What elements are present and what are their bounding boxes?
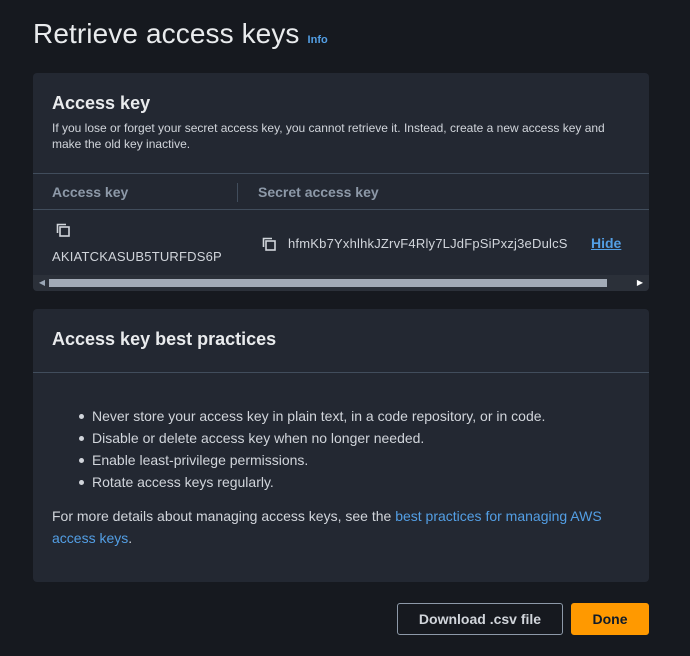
access-key-panel-title: Access key bbox=[52, 93, 151, 113]
access-key-panel-description: If you lose or forget your secret access… bbox=[52, 121, 605, 151]
retrieve-access-keys-page: Retrieve access keys Info Access key If … bbox=[0, 0, 690, 656]
list-item: Disable or delete access key when no lon… bbox=[78, 427, 545, 449]
done-button[interactable]: Done bbox=[571, 603, 649, 635]
copy-icon[interactable] bbox=[261, 236, 277, 252]
footer-text: For more details about managing access k… bbox=[52, 508, 396, 524]
best-practices-header: Access key best practices bbox=[33, 309, 649, 373]
page-title: Retrieve access keys bbox=[33, 18, 300, 49]
column-divider bbox=[237, 183, 238, 202]
copy-icon[interactable] bbox=[55, 222, 71, 238]
hide-secret-link[interactable]: Hide bbox=[591, 235, 621, 251]
access-key-table: Access key Secret access key AKIATCKASUB… bbox=[33, 173, 649, 276]
secret-access-key-value: hfmKb7YxhlhkJZrvF4Rly7LJdFpSiPxzj3eDulcS bbox=[288, 236, 568, 251]
list-item: Never store your access key in plain tex… bbox=[78, 405, 545, 427]
access-key-panel-header: Access key If you lose or forget your se… bbox=[33, 73, 649, 152]
table-header: Access key Secret access key bbox=[33, 173, 649, 210]
horizontal-scrollbar[interactable]: ◀ ▶ bbox=[33, 275, 649, 291]
arrow-right-icon[interactable]: ▶ bbox=[633, 275, 647, 291]
column-header-secret-access-key: Secret access key bbox=[258, 184, 379, 200]
footer-suffix: . bbox=[128, 530, 133, 546]
info-link[interactable]: Info bbox=[308, 34, 328, 46]
best-practices-list: Never store your access key in plain tex… bbox=[78, 405, 545, 493]
best-practices-panel: Access key best practices Never store yo… bbox=[33, 309, 649, 582]
best-practices-title: Access key best practices bbox=[52, 329, 277, 349]
best-practices-footer: For more details about managing access k… bbox=[52, 505, 632, 549]
column-header-access-key: Access key bbox=[52, 184, 129, 200]
page-header: Retrieve access keys Info bbox=[33, 18, 328, 50]
list-item: Rotate access keys regularly. bbox=[78, 471, 545, 493]
download-csv-button[interactable]: Download .csv file bbox=[397, 603, 563, 635]
scrollbar-thumb[interactable] bbox=[49, 279, 607, 287]
access-key-panel: Access key If you lose or forget your se… bbox=[33, 73, 649, 291]
arrow-left-icon[interactable]: ◀ bbox=[35, 275, 49, 291]
table-row: AKIATCKASUB5TURFDS6P hfmKb7YxhlhkJZrvF4R… bbox=[33, 210, 649, 276]
list-item: Enable least-privilege permissions. bbox=[78, 449, 545, 471]
access-key-value: AKIATCKASUB5TURFDS6P bbox=[52, 249, 222, 264]
